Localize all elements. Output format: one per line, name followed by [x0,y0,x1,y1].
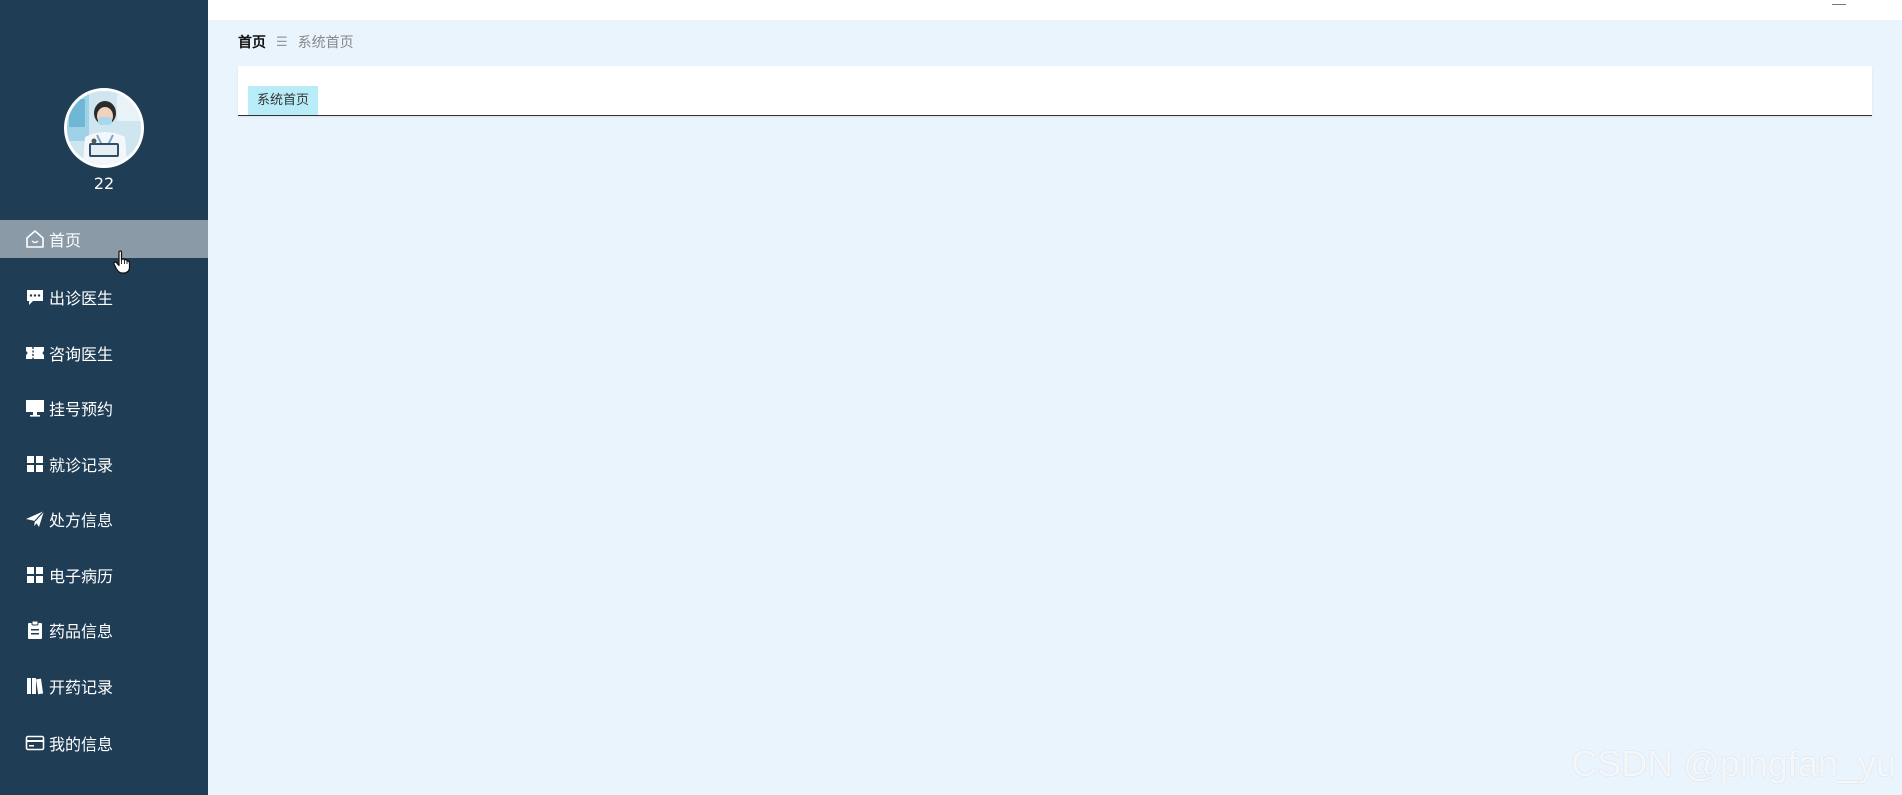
breadcrumb-home[interactable]: 首页 [238,32,266,52]
sidebar-item-medical-records[interactable]: 电子病历 [0,556,208,594]
sidebar-item-label: 出诊医生 [49,289,114,308]
sidebar-item-visiting-doctors[interactable]: 出诊医生 [0,278,208,316]
card-icon [25,733,45,753]
monitor-icon [25,398,45,418]
home-icon [25,229,45,249]
sidebar-item-label: 我的信息 [49,735,114,754]
sidebar-item-label: 挂号预约 [49,400,114,419]
ticket-icon [25,343,45,363]
grid-icon [25,565,45,585]
sidebar-item-home[interactable]: 首页 [0,220,208,258]
sidebar-item-visit-records[interactable]: 就诊记录 [0,445,208,483]
sidebar-item-label: 药品信息 [49,622,114,641]
sidebar-item-appointment[interactable]: 挂号预约 [0,389,208,427]
sidebar-item-label: 首页 [49,231,82,250]
grid-icon [25,454,45,474]
sidebar-item-consult-doctors[interactable]: 咨询医生 [0,334,208,372]
sidebar-item-dispense-records[interactable]: 开药记录 [0,667,208,705]
sidebar-item-my-info[interactable]: 我的信息 [0,724,208,762]
send-icon [25,509,45,529]
sidebar-item-label: 咨询医生 [49,345,114,364]
chat-icon [25,287,45,307]
breadcrumb-current: 系统首页 [297,35,354,51]
breadcrumb-separator-icon: ☰ [276,34,288,50]
username: 22 [93,174,115,193]
tabs-bar: 系统首页 [238,66,1872,116]
top-bar [208,0,1902,20]
tab-system-home[interactable]: 系统首页 [248,86,319,115]
clipboard-icon [25,620,45,640]
hand-cursor-icon [113,250,131,274]
watermark: CSDN @pingfan_yu [1571,743,1896,784]
doctor-avatar-icon [67,91,141,165]
header-icon[interactable] [1832,0,1846,5]
sidebar-item-label: 处方信息 [49,511,114,530]
user-avatar[interactable] [64,88,144,168]
sidebar-item-label: 就诊记录 [49,456,114,475]
sidebar-item-drug-info[interactable]: 药品信息 [0,611,208,649]
book-icon [25,676,45,696]
sidebar-item-label: 开药记录 [49,678,114,697]
sidebar-item-label: 电子病历 [49,567,114,586]
breadcrumb: 首页 ☰ 系统首页 [238,32,354,52]
sidebar-item-prescriptions[interactable]: 处方信息 [0,500,208,538]
sidebar: 22 首页 出诊医生 咨询医生 挂号预约 就诊记录 处方信息 电子病历 药品信息… [0,0,208,795]
